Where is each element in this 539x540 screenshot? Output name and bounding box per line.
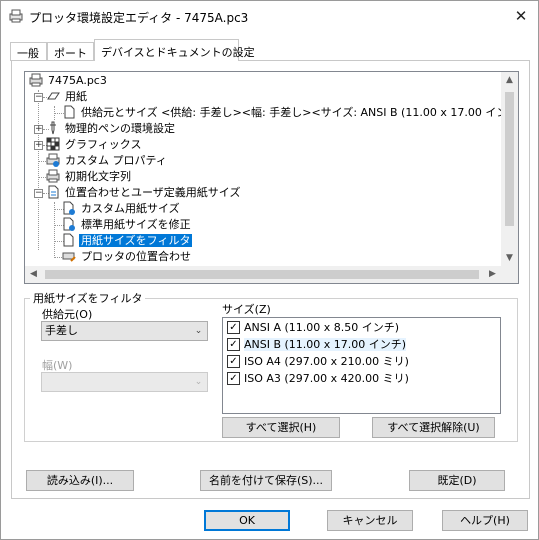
- init-string-icon: [46, 169, 60, 183]
- page-icon: [64, 105, 75, 119]
- calibration-icon: [48, 185, 59, 199]
- tree-item-modify-standard-sizes[interactable]: 標準用紙サイズを修正: [62, 217, 193, 233]
- tree-horizontal-scrollbar[interactable]: ◀ ▶: [25, 266, 501, 283]
- source-label: 供給元(O): [42, 308, 93, 321]
- tree-item-filter-paper-sizes[interactable]: 用紙サイズをフィルタ: [62, 233, 193, 249]
- tree-item-custom-paper-sizes[interactable]: カスタム用紙サイズ: [62, 201, 182, 217]
- tree-item-graphics[interactable]: グラフィックス: [46, 137, 143, 153]
- save-as-button[interactable]: 名前を付けて保存(S)...: [200, 470, 332, 491]
- settings-tree[interactable]: − + + − 7475A.pc3 用紙 供給元とサイズ <供給: 手差し><幅…: [24, 71, 519, 284]
- sizes-label: サイズ(Z): [222, 303, 271, 316]
- plotter-calibration-icon: [62, 252, 76, 262]
- size-item-iso-a4[interactable]: ✓ ISO A4 (297.00 x 210.00 ミリ): [227, 353, 409, 370]
- title-bar: プロッタ環境設定エディタ - 7475A.pc3 ✕: [1, 1, 538, 31]
- tree-item-custom-properties[interactable]: カスタム プロパティ: [46, 153, 169, 169]
- tab-device-document-settings[interactable]: デバイスとドキュメントの設定: [94, 39, 255, 61]
- size-item-ansi-a[interactable]: ✓ ANSI A (11.00 x 8.50 インチ): [227, 319, 399, 336]
- tree-item-root[interactable]: 7475A.pc3: [29, 73, 109, 89]
- select-all-button[interactable]: すべて選択(H): [222, 417, 340, 438]
- scroll-right-arrow-icon[interactable]: ▶: [484, 266, 501, 283]
- width-label: 幅(W): [42, 359, 73, 372]
- tab-general[interactable]: 一般: [10, 42, 47, 61]
- graphics-icon: [46, 137, 60, 151]
- chevron-down-icon: ⌄: [194, 377, 203, 387]
- pen-icon: [50, 121, 56, 135]
- load-button[interactable]: 読み込み(I)...: [26, 470, 134, 491]
- chevron-down-icon: ⌄: [194, 326, 203, 336]
- tree-collapse-calibration[interactable]: −: [34, 189, 43, 198]
- cancel-button[interactable]: キャンセル: [327, 510, 413, 531]
- tree-item-physical-pen[interactable]: 物理的ペンの環境設定: [46, 121, 177, 137]
- filter-paper-icon: [63, 233, 74, 247]
- size-item-iso-a3[interactable]: ✓ ISO A3 (297.00 x 420.00 ミリ): [227, 370, 409, 387]
- tree-expand-pen[interactable]: +: [34, 125, 43, 134]
- plotter-icon: [29, 73, 43, 87]
- scroll-thumb[interactable]: [505, 92, 514, 226]
- checkbox-iso-a4[interactable]: ✓: [227, 354, 240, 368]
- group-title: 用紙サイズをフィルタ: [30, 290, 146, 306]
- checkbox-iso-a3[interactable]: ✓: [227, 371, 240, 385]
- tree-item-calibration[interactable]: 位置合わせとユーザ定義用紙サイズ: [46, 185, 242, 201]
- custom-properties-icon: [46, 153, 60, 167]
- size-item-ansi-b[interactable]: ✓ ANSI B (11.00 x 17.00 インチ): [227, 336, 407, 353]
- close-button[interactable]: ✕: [504, 1, 538, 31]
- tree-expand-graphics[interactable]: +: [34, 141, 43, 150]
- help-button[interactable]: ヘルプ(H): [442, 510, 528, 531]
- scroll-thumb-horizontal[interactable]: [45, 270, 479, 279]
- tree-item-paper[interactable]: 用紙: [46, 89, 89, 105]
- scroll-corner: [501, 266, 518, 283]
- paper-folder-icon: [47, 92, 60, 100]
- modify-paper-icon: [63, 217, 75, 231]
- source-dropdown[interactable]: 手差し ⌄: [41, 321, 208, 341]
- defaults-button[interactable]: 既定(D): [409, 470, 505, 491]
- plotter-icon: [9, 9, 23, 23]
- width-dropdown[interactable]: ⌄: [41, 372, 208, 392]
- deselect-all-button[interactable]: すべて選択解除(U): [372, 417, 495, 438]
- tree-collapse-paper[interactable]: −: [34, 93, 43, 102]
- tree-item-plotter-calibration[interactable]: プロッタの位置合わせ: [62, 249, 193, 265]
- scroll-up-arrow-icon[interactable]: ▲: [501, 72, 518, 89]
- checkbox-ansi-a[interactable]: ✓: [227, 320, 240, 334]
- paper-sizes-checklist[interactable]: ✓ ANSI A (11.00 x 8.50 インチ) ✓ ANSI B (11.0…: [222, 317, 501, 414]
- checkbox-ansi-b[interactable]: ✓: [227, 337, 240, 351]
- tree-item-source-and-size[interactable]: 供給元とサイズ <供給: 手差し><幅: 手差し><サイズ: ANSI B (1…: [62, 105, 518, 121]
- plotter-config-editor-window: プロッタ環境設定エディタ - 7475A.pc3 ✕ 一般 ポート デバイスとド…: [0, 0, 539, 540]
- tree-item-init-string[interactable]: 初期化文字列: [46, 169, 133, 185]
- scroll-left-arrow-icon[interactable]: ◀: [25, 266, 42, 283]
- tree-vertical-scrollbar[interactable]: ▲ ▼: [501, 72, 518, 267]
- tab-port[interactable]: ポート: [47, 42, 94, 61]
- scroll-down-arrow-icon[interactable]: ▼: [501, 250, 518, 267]
- window-title: プロッタ環境設定エディタ - 7475A.pc3: [29, 11, 249, 25]
- custom-paper-icon: [63, 201, 75, 215]
- source-dropdown-value: 手差し: [45, 324, 78, 337]
- ok-button[interactable]: OK: [204, 510, 290, 531]
